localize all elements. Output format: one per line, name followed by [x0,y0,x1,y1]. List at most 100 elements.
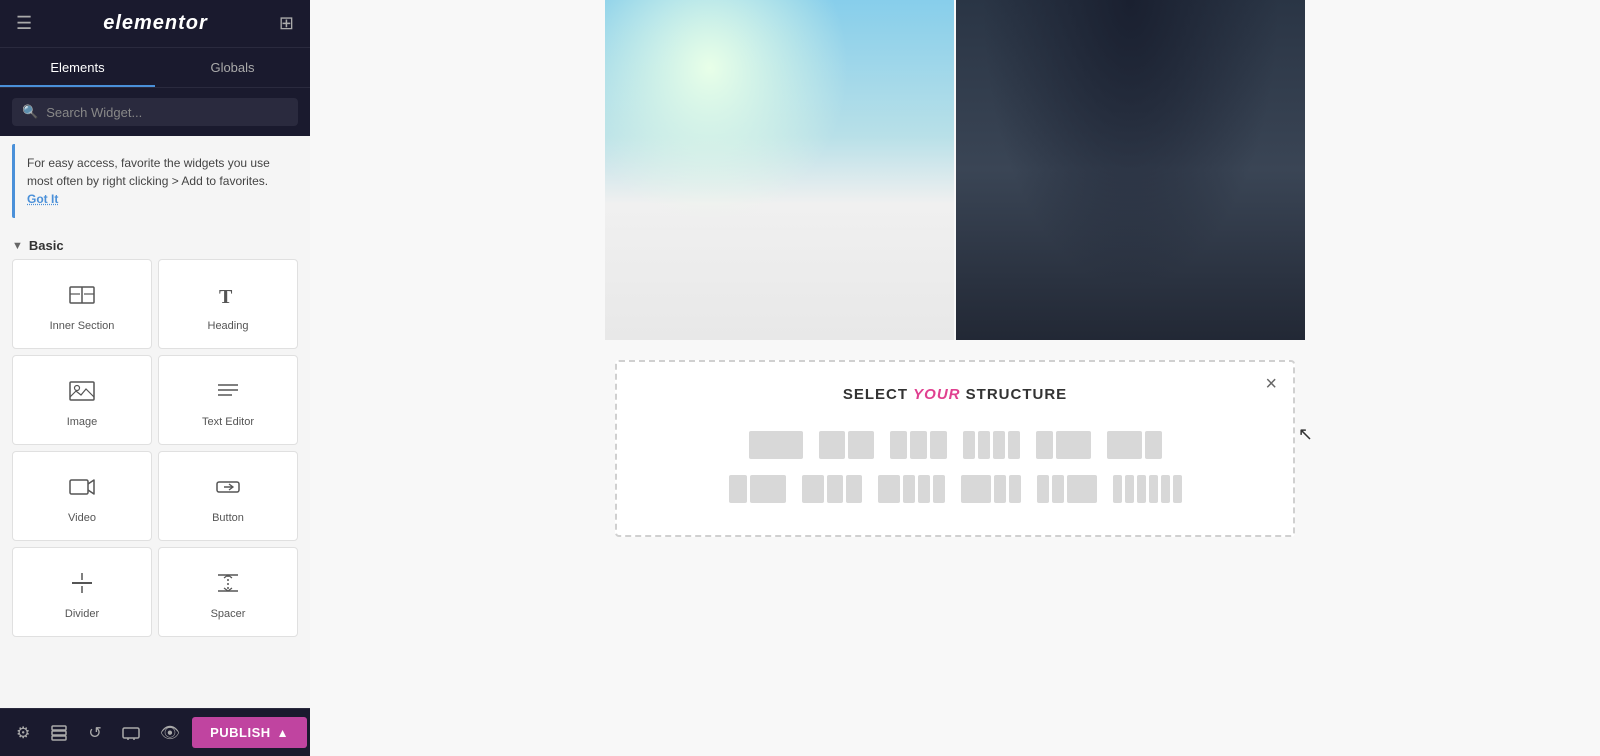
col-block [729,475,747,503]
col-block [749,431,803,459]
hamburger-icon[interactable]: ☰ [16,13,32,34]
svg-text:T: T [219,286,233,308]
preview-icon[interactable]: 👁 [152,715,188,751]
heading-svg: T [214,281,242,309]
col-block [1067,475,1097,503]
responsive-icon[interactable] [114,716,148,750]
basic-arrow-icon: ▼ [12,240,23,252]
layers-icon[interactable] [42,716,76,750]
widget-image-label: Image [67,415,98,429]
video-svg [68,473,96,501]
cursor-indicator: ↖ [1298,424,1313,445]
widget-text-editor[interactable]: Text Editor [158,355,298,445]
col-block [930,431,947,459]
col-block [1161,475,1170,503]
structure-close-button[interactable]: × [1265,374,1277,394]
structure-option-1col[interactable] [745,427,807,463]
col-block [878,475,900,503]
structure-row-2 [637,471,1273,507]
winter-cabin-illustration [956,0,1305,340]
search-area: 🔍 [0,88,310,136]
widget-video-label: Video [68,511,96,525]
search-box: 🔍 [12,98,298,126]
basic-section-label: Basic [29,238,64,253]
tab-elements[interactable]: Elements [0,48,155,87]
publish-chevron-icon: ▲ [277,726,289,740]
col-block [903,475,915,503]
history-icon[interactable]: ↺ [80,715,109,751]
widget-spacer[interactable]: Spacer [158,547,298,637]
structure-row-1 [637,427,1273,463]
images-row [605,0,1305,340]
col-block [963,431,975,459]
right-area: × SELECT YOUR STRUCTURE [310,0,1600,756]
elementor-logo: elementor [103,12,208,35]
publish-label: PUBLISH [210,725,271,740]
widgets-grid: Inner Section T Heading [0,259,310,643]
left-panel: ☰ elementor ⊞ Elements Globals 🔍 For eas… [0,0,310,756]
structure-option-wide-3equal[interactable] [874,471,949,507]
structure-title-highlight: YOUR [913,386,960,403]
col-block [890,431,907,459]
panel-footer: ⚙ ↺ 👁 PUBLISH ▲ [0,708,310,756]
col-block [918,475,930,503]
text-editor-svg [214,377,242,405]
col-block [1173,475,1182,503]
col-block [1056,431,1091,459]
widget-divider[interactable]: Divider [12,547,152,637]
col-block [1036,431,1053,459]
col-block [910,431,927,459]
basic-section-header[interactable]: ▼ Basic [0,226,310,259]
widget-image[interactable]: Image [12,355,152,445]
structure-option-2-3-plus-1-3[interactable] [1103,427,1166,463]
structure-title: SELECT YOUR STRUCTURE [637,386,1273,403]
inner-section-icon [66,279,98,311]
col-block [819,431,845,459]
widget-heading-label: Heading [208,319,249,333]
inner-section-svg [68,281,96,309]
search-input[interactable] [46,105,288,120]
col-block [1149,475,1158,503]
tip-got-it-link[interactable]: Got It [27,192,58,206]
tip-text: For easy access, favorite the widgets yo… [27,156,270,188]
structure-option-2col[interactable] [815,427,878,463]
structure-option-5col[interactable] [1109,471,1186,507]
col-block [1037,475,1049,503]
canvas-image-right [956,0,1305,340]
text-editor-icon [212,375,244,407]
tab-globals[interactable]: Globals [155,48,310,87]
spacer-svg [214,569,242,597]
widget-button-label: Button [212,511,244,525]
structure-option-4col[interactable] [959,427,1024,463]
widget-button[interactable]: Button [158,451,298,541]
widget-spacer-label: Spacer [211,607,246,621]
settings-icon[interactable]: ⚙ [8,715,38,751]
image-icon [66,375,98,407]
widget-video[interactable]: Video [12,451,152,541]
tip-box: For easy access, favorite the widgets yo… [12,144,298,218]
image-svg [68,377,96,405]
heading-icon: T [212,279,244,311]
col-block [1008,431,1020,459]
widget-text-editor-label: Text Editor [202,415,254,429]
structure-option-wide-2equal[interactable] [798,471,866,507]
structure-option-1-3-plus-2-3[interactable] [1032,427,1095,463]
grid-icon[interactable]: ⊞ [279,13,294,34]
widget-inner-section[interactable]: Inner Section [12,259,152,349]
col-block [1137,475,1146,503]
col-block [802,475,824,503]
widget-divider-label: Divider [65,607,99,621]
col-block [848,431,874,459]
col-block [1107,431,1142,459]
widget-heading[interactable]: T Heading [158,259,298,349]
structure-option-2-3-2small[interactable] [957,471,1025,507]
structure-option-3col[interactable] [886,427,951,463]
col-block [1125,475,1134,503]
structure-option-small-large[interactable] [725,471,790,507]
spacer-icon [212,567,244,599]
structure-option-2small-2-3[interactable] [1033,471,1101,507]
greek-house-illustration [605,0,954,340]
col-block [993,431,1005,459]
publish-button[interactable]: PUBLISH ▲ [192,717,307,748]
panel-header: ☰ elementor ⊞ [0,0,310,48]
